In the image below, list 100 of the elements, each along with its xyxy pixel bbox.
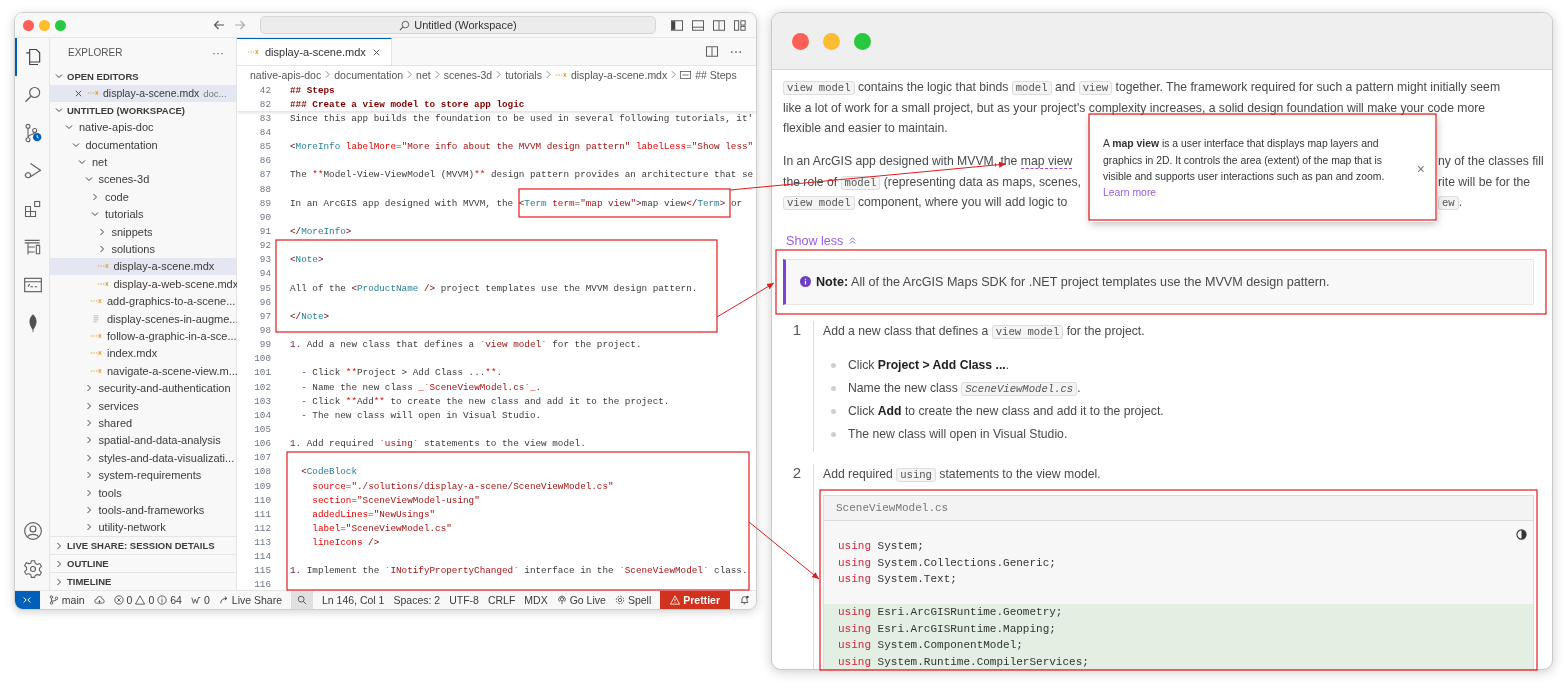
mdx-file-icon (96, 279, 109, 288)
command-center[interactable]: Untitled (Workspace) (260, 16, 656, 34)
ports-indicator[interactable]: 0 (190, 591, 210, 609)
cloud-sync-icon[interactable] (93, 595, 105, 605)
tree-item[interactable]: net (50, 153, 236, 171)
section-header[interactable]: OPEN EDITORS (50, 67, 236, 85)
go-live-button[interactable]: Go Live (556, 591, 606, 609)
code-line: - The new class will open in Visual Studio. (300, 409, 542, 421)
run-debug-icon[interactable] (23, 161, 43, 181)
close-icon[interactable] (74, 88, 83, 98)
search-button[interactable] (291, 591, 313, 609)
tree-item[interactable]: navigate-a-scene-view.m... (50, 362, 236, 380)
line-number: 83 (258, 112, 271, 124)
breadcrumb-item[interactable]: tutorials (505, 68, 542, 81)
breadcrumb-item[interactable]: net (416, 68, 431, 81)
search-icon (399, 19, 411, 31)
breadcrumb-item[interactable]: scenes-3d (443, 68, 493, 81)
tree-item[interactable]: shared (50, 414, 236, 432)
extensions-icon[interactable] (23, 199, 43, 219)
split-layout-icon[interactable] (713, 19, 725, 31)
status-item[interactable]: CRLF (487, 591, 516, 609)
more-icon[interactable] (730, 49, 742, 54)
code-line: - Name the new class _`SceneViewModel.cs`_. (300, 381, 542, 393)
paragraph-text: ew . (1438, 195, 1542, 210)
source-control-icon[interactable] (23, 123, 43, 143)
open-editor-item[interactable]: display-a-scene.mdx doc... (50, 84, 236, 102)
annotation-arrow (716, 282, 775, 318)
more-actions-button[interactable]: ··· (212, 45, 224, 60)
mdx-file-icon (90, 349, 102, 358)
status-item[interactable]: Ln 146, Col 1 (322, 591, 385, 609)
tree-item[interactable]: snippets (50, 222, 236, 241)
notifications-icon[interactable] (739, 595, 750, 605)
status-item[interactable]: Spaces: 2 (393, 591, 441, 609)
paragraph-text: rite will be for the (1438, 174, 1532, 189)
files-icon[interactable] (23, 47, 43, 67)
bullet-icon (831, 408, 836, 414)
tree-item[interactable]: tools (50, 483, 236, 502)
live-share-button[interactable]: Live Share (218, 591, 282, 609)
tree-item[interactable]: display-a-web-scene.mdx (50, 275, 236, 293)
tree-item[interactable]: spatial-and-data-analysis (50, 431, 236, 450)
tree-item[interactable]: follow-a-graphic-in-a-sce... (50, 327, 236, 345)
back-arrow-icon[interactable] (213, 19, 225, 31)
contrast-icon[interactable] (1516, 528, 1527, 540)
tree-item[interactable]: utility-network (50, 518, 236, 536)
tree-item[interactable]: native-apis-doc (50, 118, 236, 136)
customize-layout-icon[interactable] (734, 19, 746, 31)
line-number: 86 (258, 155, 271, 167)
account-icon[interactable] (23, 521, 43, 541)
tree-item[interactable]: system-requirements (50, 466, 236, 484)
tree-item[interactable]: styles-and-data-visualizati... (50, 449, 236, 467)
tree-item[interactable]: display-a-scene.mdx (50, 257, 236, 276)
status-item[interactable]: MDX (524, 591, 548, 609)
tree-item[interactable]: add-graphics-to-a-scene... (50, 292, 236, 310)
sidebar-toggle-icon[interactable] (671, 19, 683, 31)
line-number: 110 (253, 494, 271, 506)
tree-item[interactable]: documentation (50, 136, 236, 154)
chevron-right-icon (434, 70, 440, 79)
show-less-link[interactable]: Show less (786, 233, 858, 248)
window-icon[interactable] (23, 275, 43, 295)
tree-item[interactable]: tutorials (50, 205, 236, 223)
split-editor-icon[interactable] (706, 46, 718, 57)
breadcrumb-item[interactable]: ## Steps (680, 68, 737, 81)
tree-item[interactable]: scenes-3d (50, 170, 236, 189)
editor-tab[interactable]: display-a-scene.mdx (237, 38, 392, 65)
code-line: using System.Runtime.CompilerServices; (838, 655, 1090, 669)
problems-indicator[interactable]: 0 0 64 (113, 591, 182, 609)
close-button[interactable]: × (1416, 161, 1425, 177)
section-header[interactable]: UNTITLED (WORKSPACE) (50, 101, 236, 119)
branch-icon (48, 595, 59, 605)
close-window-button[interactable] (792, 32, 809, 50)
tree-item[interactable]: security-and-authentication (50, 379, 236, 397)
breadcrumb-item[interactable]: documentation (334, 68, 404, 81)
close-icon[interactable] (371, 47, 381, 57)
settings-icon[interactable] (23, 559, 43, 579)
tree-item[interactable]: services (50, 396, 236, 415)
close-window-button[interactable] (23, 19, 34, 31)
code-line: </MoreInfo> (290, 225, 352, 237)
remote-indicator[interactable] (15, 591, 40, 609)
prettier-warning-button[interactable]: Prettier (660, 591, 730, 609)
branch-indicator[interactable]: main (48, 591, 85, 609)
tree-item[interactable]: code (50, 188, 236, 206)
breadcrumb-item[interactable]: native-apis-doc (250, 68, 322, 81)
code-line: - Click **Add** to create the new class and add it to the project. (300, 395, 670, 407)
paragraph-text: flexible and easier to maintain. (783, 121, 948, 136)
search-icon[interactable] (23, 85, 43, 105)
tree-item[interactable]: index.mdx (50, 344, 236, 363)
note-text: Note: All of the ArcGIS Maps SDK for .NET project templates use the MVVM design pattern. (816, 274, 1330, 289)
section-header[interactable]: LIVE SHARE: SESSION DETAILS (50, 536, 236, 554)
code-line: using Esri.ArcGISRuntime.Mapping; (838, 621, 1057, 637)
spell-button[interactable]: Spell (614, 591, 652, 609)
code-line: section="SceneViewModel-using" (311, 494, 480, 506)
tree-item[interactable]: tools-and-frameworks (50, 501, 236, 519)
status-item[interactable]: UTF-8 (449, 591, 479, 609)
section-header[interactable]: OUTLINE (50, 554, 236, 572)
breadcrumb-item[interactable]: display-a-scene.mdx (554, 68, 668, 81)
tree-item[interactable]: display-scenes-in-augme... (50, 309, 236, 328)
tree-item[interactable]: solutions (50, 240, 236, 258)
tree-view-icon[interactable] (23, 237, 43, 257)
learn-more-link[interactable]: Learn more (1103, 185, 1403, 202)
panel-toggle-icon[interactable] (692, 19, 704, 31)
